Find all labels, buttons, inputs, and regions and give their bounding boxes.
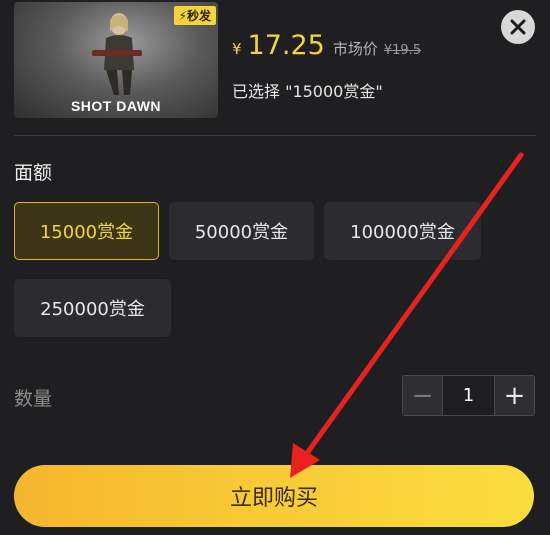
- soldier-figure-image: [92, 13, 142, 95]
- amount-option-label: 50000赏金: [194, 222, 289, 243]
- market-price-currency: ¥: [383, 43, 393, 58]
- price-value: 17.25: [247, 30, 325, 61]
- quantity-stepper: − +: [402, 375, 535, 416]
- market-price-value: 19.5: [392, 43, 422, 58]
- amount-option-50000[interactable]: 50000赏金: [169, 202, 314, 260]
- amount-option-15000[interactable]: 15000赏金: [14, 202, 159, 260]
- amount-option-label: 100000赏金: [350, 222, 455, 243]
- product-thumbnail: ⚡秒发 SHOT DAWN: [14, 2, 218, 118]
- amount-option-label: 15000赏金: [39, 222, 134, 243]
- quantity-input[interactable]: [442, 376, 495, 415]
- market-price-label: 市场价: [332, 40, 378, 58]
- selected-summary: 已选择 "15000赏金": [232, 82, 383, 101]
- quantity-label: 数量: [14, 388, 53, 410]
- close-icon: [510, 19, 526, 35]
- amount-option-label: 250000赏金: [40, 299, 145, 320]
- buy-now-label: 立即购买: [229, 486, 318, 511]
- increment-button[interactable]: +: [495, 376, 534, 415]
- close-button[interactable]: [501, 10, 535, 44]
- divider: [14, 135, 536, 136]
- plus-icon: +: [503, 380, 526, 411]
- price-currency: ¥: [232, 40, 242, 58]
- decrement-button[interactable]: −: [403, 376, 442, 415]
- amount-option-250000[interactable]: 250000赏金: [14, 279, 171, 337]
- amount-section-title: 面额: [14, 162, 53, 184]
- price-row: ¥ 17.25 市场价 ¥ 19.5: [232, 30, 421, 70]
- instant-delivery-badge: ⚡秒发: [173, 6, 216, 25]
- amount-option-100000[interactable]: 100000赏金: [324, 202, 481, 260]
- minus-icon: −: [411, 380, 434, 411]
- game-title: SHOT DAWN: [70, 98, 162, 114]
- buy-now-button[interactable]: 立即购买: [14, 465, 534, 527]
